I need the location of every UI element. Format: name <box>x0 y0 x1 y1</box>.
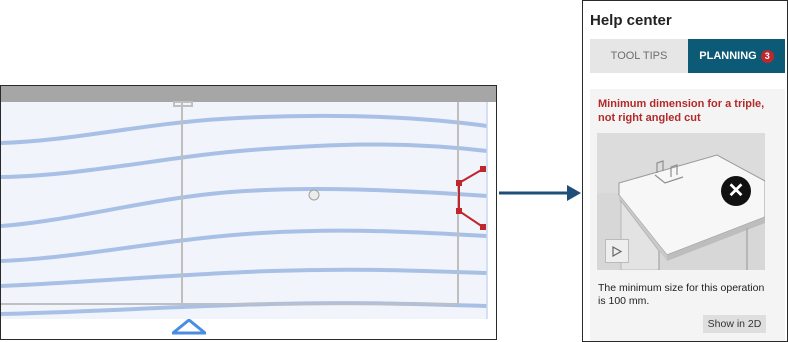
play-button[interactable] <box>605 239 629 263</box>
help-center-panel: Help center TOOL TIPS PLANNING 3 Minimum… <box>582 0 788 342</box>
tab-planning-label: PLANNING <box>699 50 757 62</box>
play-icon <box>612 245 622 257</box>
tip-illustration: ✕ <box>597 133 765 270</box>
worktop-drawing <box>1 101 488 319</box>
worktop-surface <box>1 102 487 319</box>
arrow-right-icon <box>499 185 581 201</box>
tip-description: The minimum size for this operation is 1… <box>598 282 765 307</box>
help-tabs: TOOL TIPS PLANNING 3 <box>590 39 785 73</box>
tip-title: Minimum dimension for a triple, not righ… <box>598 98 765 124</box>
help-center-title: Help center <box>590 12 672 29</box>
worktop-canvas[interactable] <box>0 85 497 340</box>
tab-planning[interactable]: PLANNING 3 <box>688 39 785 73</box>
planning-count-badge: 3 <box>760 49 774 63</box>
center-handle <box>308 189 320 201</box>
tab-tool-tips-label: TOOL TIPS <box>610 50 668 62</box>
planning-tip-card: Minimum dimension for a triple, not righ… <box>590 89 785 341</box>
tab-tool-tips[interactable]: TOOL TIPS <box>590 39 688 73</box>
close-icon[interactable]: ✕ <box>721 176 751 206</box>
show-in-2d-button[interactable]: Show in 2D <box>703 315 766 333</box>
expand-arrow-icon[interactable] <box>172 319 206 335</box>
